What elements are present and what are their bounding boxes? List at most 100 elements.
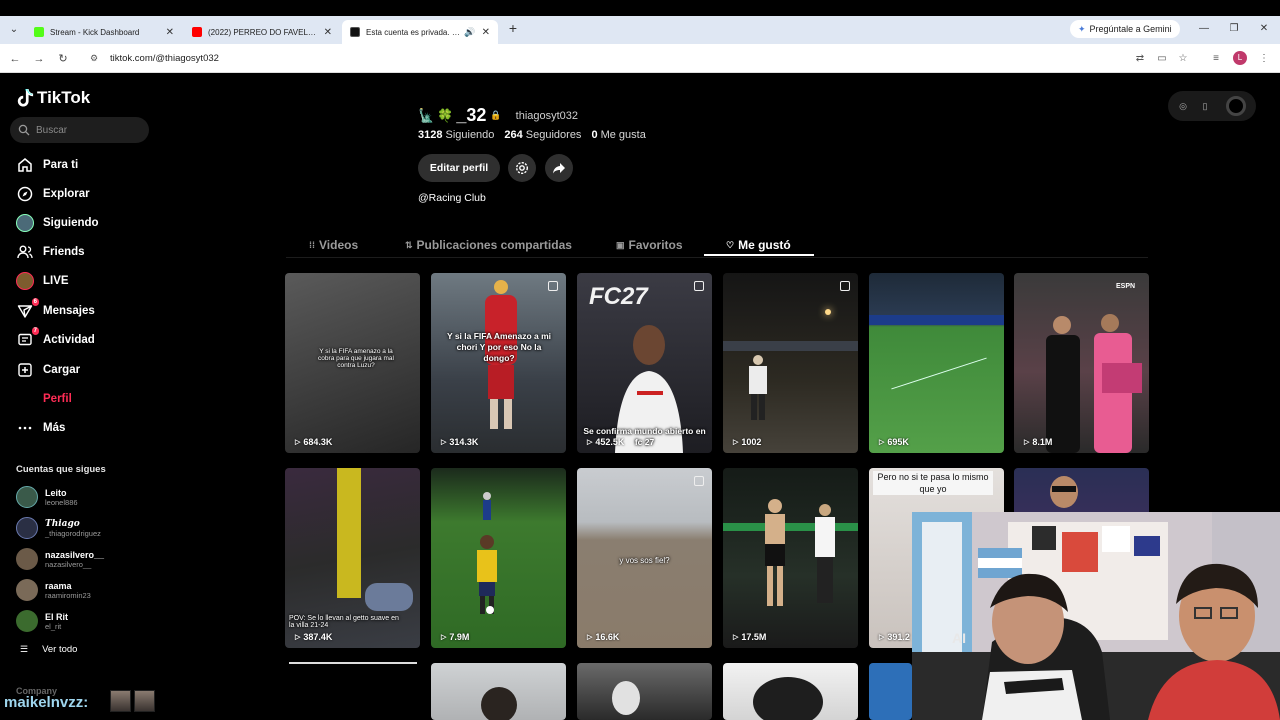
- close-icon[interactable]: ✕: [482, 27, 490, 38]
- likes-label: Me gusta: [600, 129, 646, 141]
- bookmark-star-icon[interactable]: ☆: [1175, 51, 1191, 67]
- video-thumbnail[interactable]: [869, 663, 912, 720]
- repost-icon: ⇅: [405, 239, 413, 250]
- profile-handle: thiagosyt032: [515, 109, 579, 122]
- reload-icon[interactable]: ↻: [54, 50, 72, 68]
- reading-list-icon[interactable]: ≡: [1208, 51, 1224, 67]
- tiktok-logo[interactable]: TikTok: [16, 88, 90, 108]
- nav-upload[interactable]: Cargar: [16, 359, 80, 381]
- video-thumbnail[interactable]: [723, 663, 858, 720]
- video-thumbnail[interactable]: [431, 663, 566, 720]
- profile-icon: [16, 390, 34, 408]
- view-count: ▷ 391.2: [879, 632, 910, 642]
- followed-account[interactable]: 𝑻𝒉𝒊𝒂𝒈𝒐 _thiagorodriguez: [16, 515, 101, 541]
- address-bar[interactable]: ⚙ tiktok.com/@thiagosyt032: [84, 47, 1124, 70]
- window-close-button[interactable]: ✕: [1254, 20, 1274, 38]
- share-profile-button[interactable]: [545, 154, 573, 182]
- play-icon: ▷: [587, 439, 593, 446]
- see-all-link[interactable]: ☰ Ver todo: [20, 644, 77, 655]
- view-count: ▷ 8.1M: [1024, 437, 1053, 447]
- active-tab-indicator: [704, 254, 814, 256]
- tab-divider: [286, 257, 1148, 258]
- followed-account[interactable]: El Rit el_rit: [16, 608, 68, 634]
- new-tab-button[interactable]: +: [505, 20, 521, 36]
- liked-icon: ♡: [726, 239, 735, 250]
- minimize-button[interactable]: —: [1194, 20, 1214, 38]
- tiktok-favicon-icon: [350, 27, 360, 37]
- url-text[interactable]: tiktok.com/@thiagosyt032: [110, 53, 219, 64]
- video-thumbnail[interactable]: Y si la FIFA amenazo a la cobra para que…: [285, 273, 420, 453]
- tab-search-icon[interactable]: ⌄: [6, 22, 22, 38]
- ask-gemini-button[interactable]: ✦ Pregúntale a Gemini: [1070, 20, 1180, 38]
- back-arrow-icon[interactable]: ←: [6, 50, 24, 68]
- speaker-icon[interactable]: 🔊: [464, 27, 475, 38]
- nav-more[interactable]: Más: [16, 417, 65, 439]
- browser-tab-active[interactable]: Esta cuenta es privada. Sigu 🔊 ✕: [342, 20, 498, 44]
- video-thumbnail[interactable]: Y si la FIFA Amenazo a mi chori Y por es…: [431, 273, 566, 453]
- account-name: El Rit: [45, 611, 69, 622]
- search-input[interactable]: [36, 124, 136, 136]
- forward-arrow-icon[interactable]: →: [30, 50, 48, 68]
- view-count: ▷ 7.9M: [441, 632, 470, 642]
- video-thumbnail[interactable]: ▷ 1002: [723, 273, 858, 453]
- toggle-ring-icon[interactable]: [1226, 96, 1246, 116]
- video-thumbnail[interactable]: ▷ 17.5M: [723, 468, 858, 648]
- avatar: [16, 517, 38, 539]
- followers-stat[interactable]: 264 Seguidores: [504, 129, 581, 141]
- search-box[interactable]: [10, 117, 149, 143]
- nav-label: Friends: [43, 246, 85, 258]
- nav-following[interactable]: Siguiendo: [16, 212, 99, 234]
- translate-icon[interactable]: ⇄: [1132, 51, 1148, 67]
- restore-button[interactable]: ❐: [1224, 20, 1244, 38]
- chat-emote: [134, 690, 155, 712]
- close-icon[interactable]: ✕: [166, 27, 174, 38]
- fc27-title-art: FC27: [589, 283, 648, 310]
- lock-icon: 🔒: [490, 110, 502, 120]
- nav-activity[interactable]: 7 Actividad: [16, 327, 95, 351]
- nav-live[interactable]: LIVE: [16, 270, 69, 292]
- person-head: [753, 677, 823, 720]
- video-thumbnail[interactable]: FC27 Se confirma mundo abierto en fc 27 …: [577, 273, 712, 453]
- followed-account[interactable]: Leito leonel886: [16, 484, 78, 510]
- video-thumbnail[interactable]: ▷ 695K: [869, 273, 1004, 453]
- browser-profile-avatar[interactable]: L: [1233, 51, 1247, 65]
- video-thumbnail[interactable]: ESPN ▷ 8.1M: [1014, 273, 1149, 453]
- nav-explore[interactable]: Explorar: [16, 183, 90, 205]
- multi-photo-icon: [840, 281, 850, 291]
- tab-videos[interactable]: ⁞⁞ Videos: [309, 233, 358, 257]
- phone-icon[interactable]: ▯: [1198, 99, 1212, 113]
- install-app-icon[interactable]: ▭: [1154, 51, 1170, 67]
- compass-small-icon[interactable]: ◎: [1176, 99, 1190, 113]
- browser-tab[interactable]: Stream - Kick Dashboard ✕: [26, 20, 182, 44]
- close-icon[interactable]: ✕: [324, 27, 332, 38]
- multi-photo-icon: [548, 281, 558, 291]
- following-stat[interactable]: 3128 Siguiendo: [418, 129, 494, 141]
- video-thumbnail[interactable]: [577, 663, 712, 720]
- tab-favorites[interactable]: ▣ Favoritos: [616, 233, 683, 257]
- nav-label: Siguiendo: [43, 217, 99, 229]
- following-count: 3128: [418, 129, 443, 141]
- nav-for-you[interactable]: Para ti: [16, 154, 78, 176]
- followed-account[interactable]: nazasilvero__ nazasilvero__: [16, 546, 104, 572]
- tab-reposts[interactable]: ⇅ Publicaciones compartidas: [405, 233, 572, 257]
- nav-messages[interactable]: 6 Mensajes: [16, 298, 95, 322]
- video-thumbnail[interactable]: y vos sos fiel? ▷ 16.6K: [577, 468, 712, 648]
- video-thumbnail[interactable]: POV: Se lo llevan al getto suave en la v…: [285, 468, 420, 648]
- followed-account[interactable]: raama raamiromin23: [16, 577, 91, 603]
- list-icon: ☰: [20, 644, 29, 654]
- video-thumbnail[interactable]: ▷ 7.9M: [431, 468, 566, 648]
- menu-kebab-icon[interactable]: ⋮: [1256, 51, 1272, 67]
- play-icon: ▷: [1024, 439, 1030, 446]
- tab-label: Publicaciones compartidas: [416, 238, 572, 252]
- profile-bio[interactable]: @Racing Club: [418, 192, 486, 204]
- site-info-icon[interactable]: ⚙: [90, 53, 102, 64]
- profile-stats: 3128 Siguiendo 264 Seguidores 0 Me gusta: [418, 129, 656, 141]
- nav-friends[interactable]: Friends: [16, 241, 85, 263]
- browser-tab[interactable]: (2022) PERREO DO FAVELA - Al ✕: [184, 20, 340, 44]
- nav-profile[interactable]: Perfil: [16, 388, 72, 410]
- fallen-person: [365, 583, 413, 611]
- edit-profile-button[interactable]: Editar perfil: [418, 154, 500, 182]
- settings-button[interactable]: [508, 154, 536, 182]
- players-celebrating-icon: [1046, 314, 1142, 453]
- view-count: ▷ 387.4K: [295, 632, 333, 642]
